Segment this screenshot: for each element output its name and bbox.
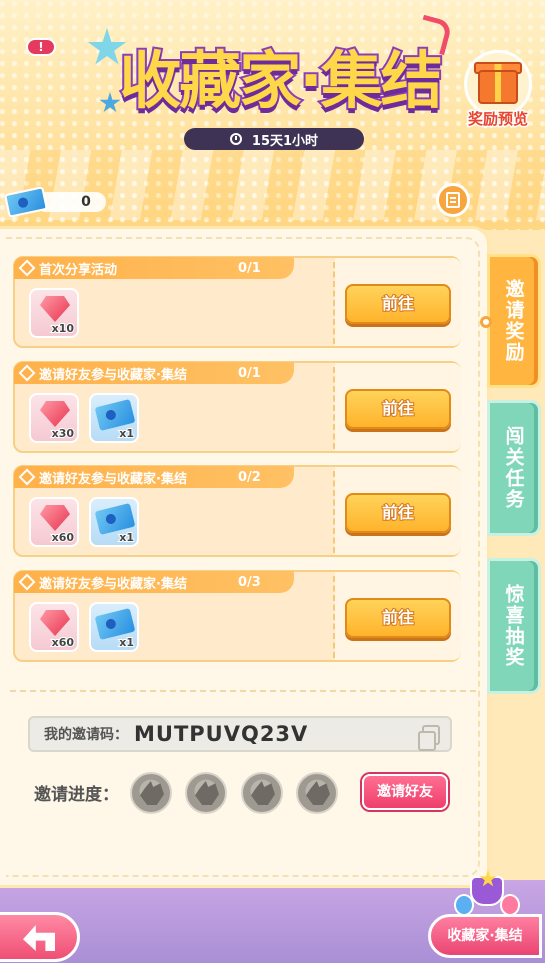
character-icon — [454, 894, 474, 916]
reward-item: x60 — [29, 497, 79, 547]
gem-icon — [40, 296, 70, 322]
invite-code-value: MUTPUVQ23V — [134, 722, 309, 746]
reward-item: x1 — [89, 393, 139, 443]
reward-qty: x60 — [51, 530, 75, 545]
diamond-icon — [18, 468, 36, 486]
reward-qty: x1 — [118, 635, 135, 650]
diamond-icon — [18, 573, 36, 591]
reward-item: x1 — [89, 497, 139, 547]
reward-qty: x60 — [51, 635, 75, 650]
task-name: 首次分享活动 — [39, 262, 118, 278]
empty-friend-icon — [195, 781, 219, 805]
collector-art-icon — [452, 870, 522, 920]
reward-qty: x1 — [118, 426, 135, 441]
reward-preview-button[interactable]: 奖励预览 — [456, 50, 540, 136]
tab-level-tasks[interactable]: 闯关任务 — [487, 400, 541, 536]
go-button[interactable]: 前往 — [345, 389, 451, 429]
go-button[interactable]: 前往 — [345, 493, 451, 533]
countdown-timer: 15天1小时 — [184, 128, 364, 150]
ticket-icon — [3, 186, 49, 218]
ticket-count: 0 — [81, 194, 91, 210]
task-divider — [333, 471, 335, 553]
task-progress: 0/1 — [238, 365, 261, 381]
notes-icon — [446, 192, 460, 208]
character-icon — [500, 894, 520, 916]
task-header: 邀请好友参与收藏家·集结 0/1 — [14, 362, 294, 384]
task-header: 首次分享活动 0/1 — [14, 257, 294, 279]
gem-icon — [40, 401, 70, 427]
empty-friend-icon — [140, 781, 164, 805]
invite-code-box: 我的邀请码： MUTPUVQ23V — [28, 716, 452, 752]
invite-friend-button[interactable]: 邀请好友 — [362, 774, 448, 810]
task-header: 邀请好友参与收藏家·集结 0/2 — [14, 466, 294, 488]
task-progress: 0/2 — [238, 469, 261, 485]
task-header: 邀请好友参与收藏家·集结 0/3 — [14, 571, 294, 593]
clock-icon — [229, 133, 242, 145]
task-divider — [333, 262, 335, 344]
ticket-currency: 0 — [3, 186, 106, 218]
task-name: 邀请好友参与收藏家·集结 — [39, 471, 187, 487]
invite-slot-empty — [185, 772, 227, 814]
empty-friend-icon — [306, 781, 330, 805]
reward-qty: x10 — [51, 321, 75, 336]
invite-slot-empty — [241, 772, 283, 814]
gem-icon — [40, 505, 70, 531]
invite-slot-empty — [296, 772, 338, 814]
task-card: 首次分享活动 0/1 x10 前往 — [13, 256, 461, 348]
go-button[interactable]: 前往 — [345, 598, 451, 638]
task-name: 邀请好友参与收藏家·集结 — [39, 367, 187, 383]
task-card: 邀请好友参与收藏家·集结 0/1 x30 x1 前往 — [13, 361, 461, 453]
reward-item: x10 — [29, 288, 79, 338]
tab-invite-rewards[interactable]: 邀请奖励 — [487, 254, 541, 388]
task-progress: 0/3 — [238, 574, 261, 590]
reward-preview-label: 奖励预览 — [466, 109, 529, 130]
back-arrow-icon — [23, 925, 55, 951]
task-card: 邀请好友参与收藏家·集结 0/3 x60 x1 前往 — [13, 570, 461, 662]
reward-item: x1 — [89, 602, 139, 652]
alert-icon[interactable]: ! — [26, 38, 56, 56]
rules-button[interactable] — [436, 183, 470, 217]
go-button[interactable]: 前往 — [345, 284, 451, 324]
event-title-banner: 收藏家·集结 — [85, 14, 455, 130]
task-card: 邀请好友参与收藏家·集结 0/2 x60 x1 前往 — [13, 465, 461, 557]
reward-qty: x1 — [118, 530, 135, 545]
task-progress: 0/1 — [238, 260, 261, 276]
gem-icon — [40, 610, 70, 636]
diamond-icon — [18, 364, 36, 382]
empty-friend-icon — [251, 781, 275, 805]
countdown-text: 15天1小时 — [251, 133, 319, 149]
gift-box-icon — [478, 70, 518, 104]
task-divider — [333, 576, 335, 658]
invite-code-label: 我的邀请码： — [44, 727, 128, 743]
collector-event-button[interactable]: 收藏家·集结 — [428, 914, 542, 958]
reward-item: x30 — [29, 393, 79, 443]
task-name: 邀请好友参与收藏家·集结 — [39, 576, 187, 592]
invite-progress-label: 邀请进度： — [34, 785, 119, 805]
diamond-icon — [18, 259, 36, 277]
invite-slot-empty — [130, 772, 172, 814]
back-button[interactable] — [0, 912, 80, 962]
active-tab-indicator — [480, 316, 492, 328]
reward-item: x60 — [29, 602, 79, 652]
task-divider — [333, 367, 335, 449]
section-divider — [10, 690, 476, 692]
page-title: 收藏家·集结 — [117, 42, 445, 119]
tab-surprise-lottery[interactable]: 惊喜抽奖 — [487, 558, 541, 694]
reward-qty: x30 — [51, 426, 75, 441]
copy-icon[interactable] — [418, 725, 440, 751]
